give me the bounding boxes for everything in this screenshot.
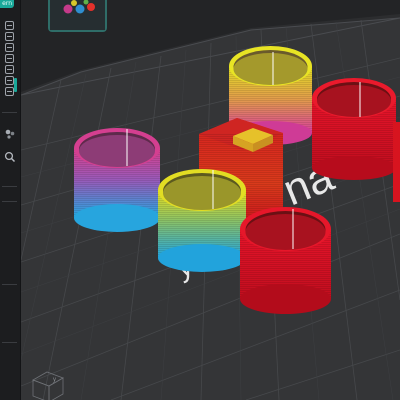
divider — [2, 342, 17, 343]
collapse-button[interactable] — [5, 32, 14, 41]
collapse-button[interactable] — [5, 76, 14, 85]
build-plate-scene[interactable]: na y — [21, 0, 400, 400]
left-toolbar: ern — [0, 0, 21, 400]
model-partial-red — [393, 122, 400, 202]
divider — [2, 186, 17, 187]
plate-thumbnail[interactable] — [48, 0, 107, 32]
thumb-object — [71, 0, 77, 6]
divider — [2, 284, 17, 285]
collapse-button[interactable] — [5, 21, 14, 30]
search-icon[interactable] — [3, 150, 17, 164]
collapse-button[interactable] — [5, 65, 14, 74]
axis-label: y — [53, 377, 56, 383]
model-cylinder-yellow-cyan — [158, 169, 246, 272]
divider — [2, 112, 17, 113]
thumb-object — [87, 3, 95, 11]
gear-cluster-icon[interactable] — [3, 127, 17, 141]
collapse-button[interactable] — [5, 87, 14, 96]
top-tab[interactable]: ern — [0, 0, 14, 8]
thumb-object — [75, 4, 85, 14]
model-cylinder-red — [312, 78, 396, 180]
collapse-button[interactable] — [5, 54, 14, 63]
active-indicator — [14, 78, 17, 92]
model-cylinder-magenta-cyan — [74, 128, 160, 232]
collapse-button[interactable] — [5, 43, 14, 52]
thumb-object — [63, 4, 73, 14]
divider — [2, 201, 17, 202]
3d-viewport[interactable]: na y — [21, 0, 400, 400]
model-cylinder-red-front — [240, 207, 331, 314]
slicer-window: ern na y — [0, 0, 400, 400]
